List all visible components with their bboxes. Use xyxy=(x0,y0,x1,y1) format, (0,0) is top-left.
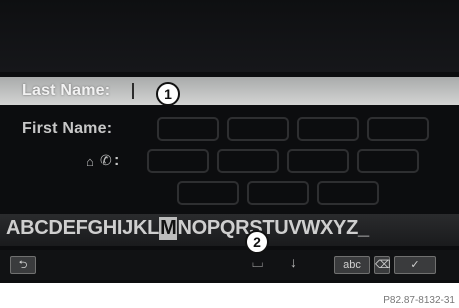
back-icon: ⮌ xyxy=(18,259,28,271)
display-screen: Last Name: First Name: ⌂ ✆ : ABCDEFGHIJK… xyxy=(0,0,459,283)
phone-icon: ✆ xyxy=(100,152,112,168)
function-bar: ⮌ ⌴ ↓ abc ⌫ ✓ xyxy=(0,250,459,280)
abc-label: abc xyxy=(343,259,361,271)
home-icon: ⌂ xyxy=(86,154,94,169)
abc-button[interactable]: abc xyxy=(334,256,370,274)
last-name-label: Last Name: xyxy=(22,82,111,99)
first-name-label: First Name: xyxy=(22,120,113,137)
letters-before-selected[interactable]: ABCDEFGHIJKL xyxy=(6,217,159,239)
confirm-icon: ✓ xyxy=(410,259,420,271)
alphabet-letters[interactable]: ABCDEFGHIJKLMNOPQRSTUVWXYZ_ xyxy=(6,217,369,240)
delete-button[interactable]: ⌫ xyxy=(374,256,391,274)
back-button[interactable]: ⮌ xyxy=(10,256,36,274)
figure-caption: P82.87-8132-31 xyxy=(383,295,455,306)
text-cursor xyxy=(132,83,134,99)
confirm-button[interactable]: ✓ xyxy=(394,256,436,274)
phone-label: : xyxy=(114,152,120,169)
last-name-row[interactable]: Last Name: xyxy=(0,77,459,105)
phone-row[interactable]: ⌂ ✆ : xyxy=(0,148,459,176)
first-name-row[interactable]: First Name: xyxy=(0,116,459,144)
move-cursor-icon[interactable]: ↓ xyxy=(290,254,297,270)
delete-icon: ⌫ xyxy=(375,259,391,271)
top-bar xyxy=(0,0,459,72)
space-icon[interactable]: ⌴ xyxy=(252,254,263,271)
letters-after-selected[interactable]: NOPQRSTUVWXYZ_ xyxy=(177,217,369,239)
character-bar[interactable]: ABCDEFGHIJKLMNOPQRSTUVWXYZ_ xyxy=(0,214,459,246)
callout-2: 2 xyxy=(245,230,269,254)
callout-1: 1 xyxy=(156,82,180,106)
selected-letter[interactable]: M xyxy=(159,217,178,240)
